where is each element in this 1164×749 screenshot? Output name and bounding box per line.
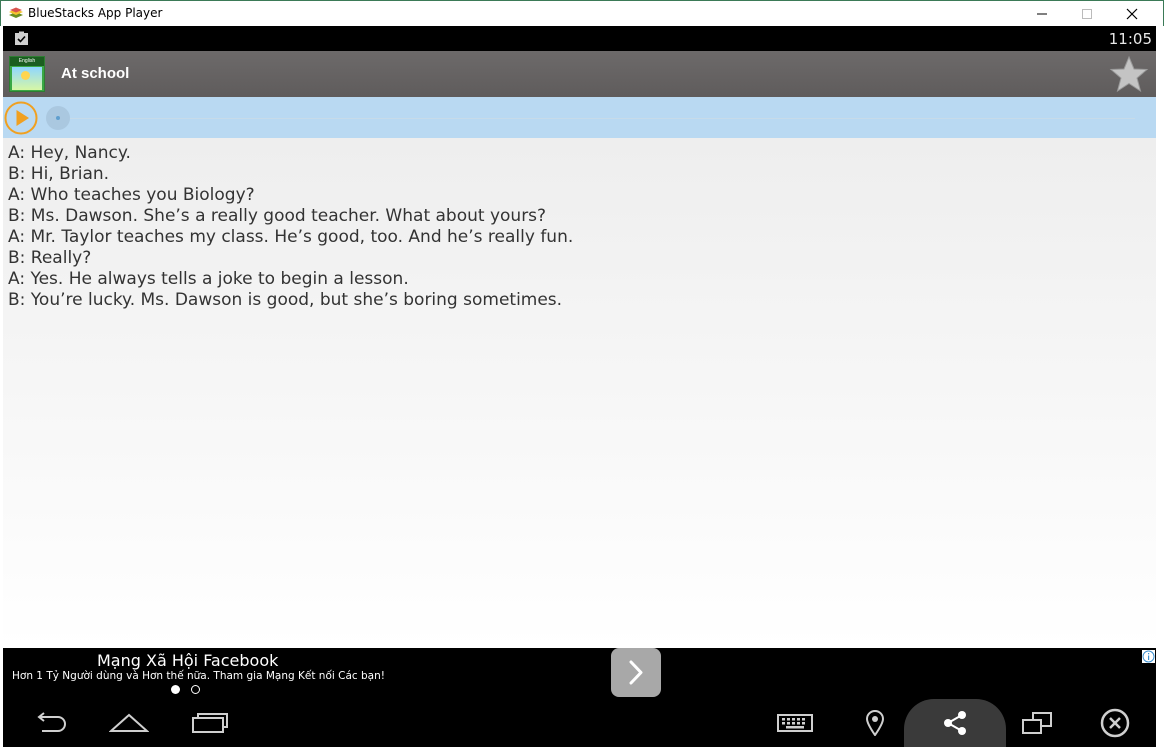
sun-icon: [21, 71, 30, 80]
window-titlebar: BlueStacks App Player: [0, 0, 1164, 26]
action-bar: English At school: [3, 51, 1156, 97]
ad-subtitle[interactable]: Hơn 1 Tỷ Người dùng và Hơn thế nữa. Tham…: [12, 670, 385, 682]
status-time: 11:05: [1108, 30, 1152, 48]
status-bar: 11:05: [3, 26, 1156, 51]
location-icon: [865, 710, 885, 736]
back-icon: [37, 712, 66, 732]
minimize-icon: [1037, 13, 1047, 15]
keyboard-button[interactable]: [773, 699, 817, 747]
close-app-button[interactable]: [1095, 699, 1135, 747]
app-icon-label: English: [10, 57, 44, 66]
bluestacks-logo-icon: [9, 7, 23, 18]
dialogue-line: B: Ms. Dawson. She’s a really good teach…: [8, 206, 547, 226]
recent-apps-button[interactable]: [187, 699, 231, 747]
android-screen: 11:05 English At school A: Hey, Nancy. B…: [3, 26, 1156, 747]
ad-page-dot: [191, 685, 200, 694]
dialogue-line: A: Mr. Taylor teaches my class. He’s goo…: [8, 227, 574, 247]
clipboard-check-icon: [15, 31, 28, 45]
audio-player: [3, 97, 1156, 138]
dialogue-list: A: Hey, Nancy. B: Hi, Brian. A: Who teac…: [8, 143, 573, 311]
star-icon: [1109, 55, 1149, 93]
share-icon: [944, 711, 966, 735]
dialogue-content: A: Hey, Nancy. B: Hi, Brian. A: Who teac…: [3, 138, 1156, 648]
ad-banner[interactable]: Mạng Xã Hội Facebook Hơn 1 Tỷ Người dùng…: [3, 648, 1156, 697]
location-button[interactable]: [855, 699, 895, 747]
back-button[interactable]: [28, 699, 72, 747]
ad-open-button[interactable]: [611, 648, 661, 697]
dialogue-line: A: Who teaches you Biology?: [8, 185, 255, 205]
dialogue-line: A: Hey, Nancy.: [8, 143, 131, 163]
share-button[interactable]: [933, 699, 977, 747]
seek-thumb[interactable]: [46, 106, 70, 130]
maximize-button[interactable]: [1064, 1, 1110, 27]
ad-page-dot-active: [171, 685, 180, 694]
app-icon[interactable]: English: [9, 56, 45, 92]
multi-window-button[interactable]: [1015, 699, 1059, 747]
navigation-bar: [3, 699, 1156, 747]
keyboard-icon: [777, 714, 813, 732]
chevron-right-icon: [629, 660, 643, 685]
recent-apps-icon: [192, 713, 228, 733]
dialogue-line: B: Hi, Brian.: [8, 164, 110, 184]
info-icon[interactable]: [1142, 650, 1155, 663]
close-icon: [1126, 8, 1138, 20]
home-icon: [109, 713, 149, 732]
dialogue-line: B: Really?: [8, 248, 92, 268]
dialogue-line: B: You’re lucky. Ms. Dawson is good, but…: [8, 290, 563, 310]
home-button[interactable]: [107, 699, 151, 747]
minimize-button[interactable]: [1019, 1, 1065, 27]
play-icon: [4, 101, 38, 135]
multi-window-icon: [1022, 712, 1052, 734]
close-circle-icon: [1100, 708, 1130, 738]
window-title: BlueStacks App Player: [28, 6, 163, 20]
favorite-button[interactable]: [1109, 55, 1149, 93]
page-title: At school: [61, 65, 130, 82]
seek-track[interactable]: [57, 118, 1135, 119]
play-button[interactable]: [4, 101, 38, 135]
close-button[interactable]: [1109, 1, 1155, 27]
maximize-icon: [1082, 9, 1092, 19]
ad-title[interactable]: Mạng Xã Hội Facebook: [97, 651, 278, 670]
dialogue-line: A: Yes. He always tells a joke to begin …: [8, 269, 409, 289]
